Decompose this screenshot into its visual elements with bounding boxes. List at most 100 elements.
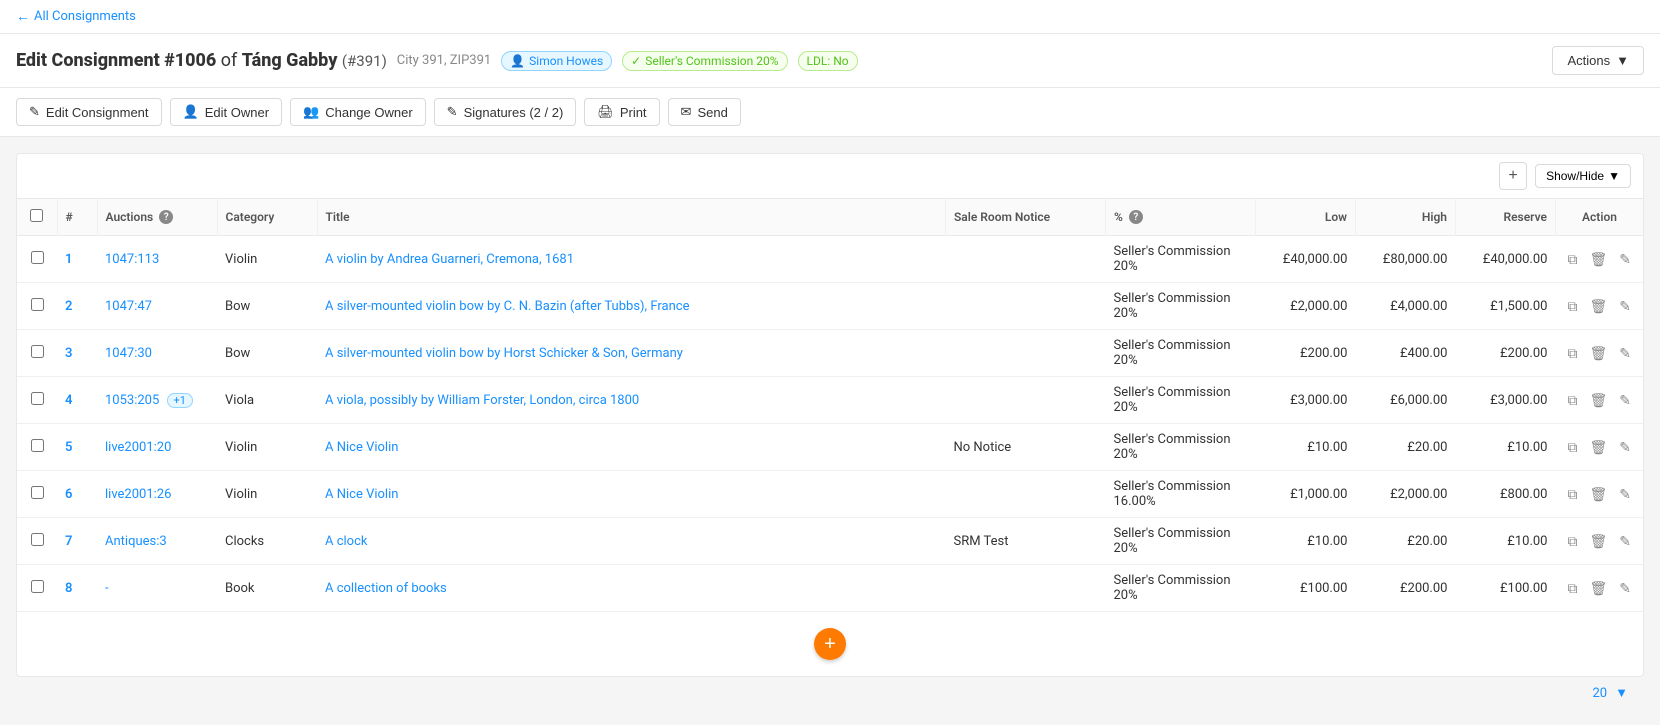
- row-checkbox[interactable]: [31, 580, 44, 593]
- duplicate-button[interactable]: ⧉: [1563, 390, 1581, 411]
- row-checkbox-cell: [17, 377, 57, 424]
- title-link[interactable]: A clock: [325, 534, 367, 549]
- auction-link[interactable]: 1053:205: [105, 393, 159, 408]
- row-reserve: £40,000.00: [1455, 236, 1555, 283]
- auction-link[interactable]: 1047:47: [105, 299, 152, 314]
- duplicate-button[interactable]: ⧉: [1563, 249, 1581, 270]
- row-percent: Seller's Commission 20%: [1105, 424, 1255, 471]
- back-link[interactable]: ← All Consignments: [16, 8, 136, 25]
- row-checkbox[interactable]: [31, 533, 44, 546]
- row-checkbox[interactable]: [31, 439, 44, 452]
- edit-owner-button[interactable]: 👤 Edit Owner: [170, 98, 283, 126]
- print-label: Print: [620, 105, 647, 120]
- row-low: £3,000.00: [1255, 377, 1355, 424]
- duplicate-button[interactable]: ⧉: [1563, 531, 1581, 552]
- table-row: 8 - Book A collection of books Seller's …: [17, 565, 1643, 612]
- row-checkbox[interactable]: [31, 345, 44, 358]
- percent-help-icon[interactable]: ?: [1129, 210, 1143, 224]
- auction-link[interactable]: 1047:30: [105, 346, 152, 361]
- edit-owner-icon: 👤: [183, 104, 199, 120]
- row-percent: Seller's Commission 20%: [1105, 518, 1255, 565]
- row-title: A collection of books: [317, 565, 945, 612]
- edit-consignment-icon: ✎: [29, 104, 40, 120]
- add-circle-button[interactable]: +: [814, 628, 846, 660]
- row-percent: Seller's Commission 20%: [1105, 283, 1255, 330]
- duplicate-button[interactable]: ⧉: [1563, 578, 1581, 599]
- auction-link[interactable]: live2001:20: [105, 440, 171, 455]
- edit-button[interactable]: ✎: [1615, 578, 1635, 599]
- change-owner-button[interactable]: 👥 Change Owner: [290, 98, 426, 126]
- edit-button[interactable]: ✎: [1615, 249, 1635, 270]
- edit-button[interactable]: ✎: [1615, 531, 1635, 552]
- row-percent: Seller's Commission 20%: [1105, 236, 1255, 283]
- row-percent: Seller's Commission 20%: [1105, 565, 1255, 612]
- row-low: £10.00: [1255, 424, 1355, 471]
- pagination-chevron-icon[interactable]: ▼: [1615, 685, 1628, 701]
- send-button[interactable]: ✉ Send: [668, 98, 741, 126]
- edit-button[interactable]: ✎: [1615, 484, 1635, 505]
- add-item-button-sm[interactable]: +: [1499, 162, 1527, 190]
- th-checkbox: [17, 199, 57, 236]
- edit-consignment-button[interactable]: ✎ Edit Consignment: [16, 98, 162, 126]
- row-checkbox[interactable]: [31, 392, 44, 405]
- title-link[interactable]: A silver-mounted violin bow by Horst Sch…: [325, 346, 683, 361]
- th-percent: % ?: [1105, 199, 1255, 236]
- delete-button[interactable]: 🗑: [1585, 390, 1611, 411]
- title-link[interactable]: A collection of books: [325, 581, 447, 596]
- edit-consignment-label: Edit Consignment: [46, 105, 149, 120]
- edit-button[interactable]: ✎: [1615, 296, 1635, 317]
- title-link[interactable]: A viola, possibly by William Forster, Lo…: [325, 393, 639, 408]
- duplicate-button[interactable]: ⧉: [1563, 484, 1581, 505]
- delete-button[interactable]: 🗑: [1585, 484, 1611, 505]
- title-link[interactable]: A violin by Andrea Guarneri, Cremona, 16…: [325, 252, 574, 267]
- row-num: 7: [57, 518, 97, 565]
- row-title: A viola, possibly by William Forster, Lo…: [317, 377, 945, 424]
- row-srn: SRM Test: [945, 518, 1105, 565]
- row-srn: [945, 471, 1105, 518]
- delete-button[interactable]: 🗑: [1585, 343, 1611, 364]
- delete-button[interactable]: 🗑: [1585, 437, 1611, 458]
- per-page-num[interactable]: 20: [1593, 686, 1608, 701]
- row-checkbox[interactable]: [31, 486, 44, 499]
- signatures-button[interactable]: ✎ Signatures (2 / 2): [434, 98, 577, 126]
- th-category: Category: [217, 199, 317, 236]
- table-row: 7 Antiques:3 Clocks A clock SRM Test Sel…: [17, 518, 1643, 565]
- title-link[interactable]: A Nice Violin: [325, 487, 398, 502]
- auction-link[interactable]: 1047:113: [105, 252, 159, 267]
- auction-link[interactable]: Antiques:3: [105, 534, 167, 549]
- auctions-help-icon[interactable]: ?: [159, 210, 173, 224]
- select-all-checkbox[interactable]: [30, 209, 43, 222]
- row-num: 5: [57, 424, 97, 471]
- edit-button[interactable]: ✎: [1615, 390, 1635, 411]
- delete-button[interactable]: 🗑: [1585, 249, 1611, 270]
- back-arrow-icon: ←: [16, 8, 30, 25]
- row-srn: No Notice: [945, 424, 1105, 471]
- change-owner-label: Change Owner: [325, 105, 412, 120]
- row-num: 2: [57, 283, 97, 330]
- title-link[interactable]: A silver-mounted violin bow by C. N. Baz…: [325, 299, 689, 314]
- th-num: #: [57, 199, 97, 236]
- print-button[interactable]: 🖨 Print: [584, 98, 659, 126]
- row-checkbox[interactable]: [31, 251, 44, 264]
- duplicate-button[interactable]: ⧉: [1563, 296, 1581, 317]
- delete-button[interactable]: 🗑: [1585, 578, 1611, 599]
- delete-button[interactable]: 🗑: [1585, 531, 1611, 552]
- user-badge-label: Simon Howes: [529, 54, 603, 68]
- title-link[interactable]: A Nice Violin: [325, 440, 398, 455]
- delete-button[interactable]: 🗑: [1585, 296, 1611, 317]
- row-high: £200.00: [1355, 565, 1455, 612]
- duplicate-button[interactable]: ⧉: [1563, 437, 1581, 458]
- duplicate-button[interactable]: ⧉: [1563, 343, 1581, 364]
- row-checkbox[interactable]: [31, 298, 44, 311]
- actions-button[interactable]: Actions ▼: [1552, 46, 1644, 75]
- auction-link[interactable]: live2001:26: [105, 487, 171, 502]
- row-action-cell: ⧉ 🗑 ✎: [1555, 518, 1643, 565]
- show-hide-button[interactable]: Show/Hide ▼: [1535, 164, 1631, 188]
- page-header: Edit Consignment #1006 of Táng Gabby (#3…: [0, 34, 1660, 88]
- th-reserve: Reserve: [1455, 199, 1555, 236]
- user-badge: 👤 Simon Howes: [501, 51, 612, 71]
- edit-button[interactable]: ✎: [1615, 343, 1635, 364]
- auction-link[interactable]: -: [105, 581, 109, 596]
- show-hide-label: Show/Hide: [1546, 169, 1604, 183]
- edit-button[interactable]: ✎: [1615, 437, 1635, 458]
